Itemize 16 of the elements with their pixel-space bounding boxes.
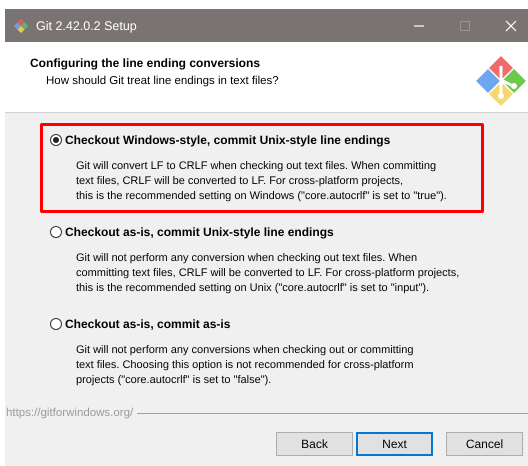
radio-option[interactable]: Checkout Windows-style, commit Unix-style line endings	[50, 133, 390, 147]
dialog-button[interactable]: Next	[356, 432, 433, 456]
radio-icon[interactable]	[50, 226, 62, 238]
window-title: Git 2.42.0.2 Setup	[36, 18, 137, 32]
radio-icon[interactable]	[50, 318, 62, 330]
option-description: Git will convert LF to CRLF when checking out text files. When committing text files, CRLF will be converted to LF. For cross-platform projects, this is the recommended setting on Windows ("core.autocrlf" is set to "true").	[76, 159, 448, 204]
dialog-button[interactable]: Cancel	[446, 432, 523, 456]
dialog-button[interactable]: Back	[276, 432, 353, 456]
page-subtitle: How should Git treat line endings in text files?	[46, 75, 279, 87]
radio-icon[interactable]	[50, 134, 62, 146]
radio-option[interactable]: Checkout as-is, commit as-is	[50, 317, 230, 331]
option-description: Git will not perform any conversions when checking out or committing text files. Choosing this option is not recommended for cross-platform projects ("core.autocrlf" is set to "false").	[76, 343, 414, 388]
page-heading: Configuring the line ending conversions	[30, 56, 262, 70]
option-description: Git will not perform any conversion when checking out text files. When committing text files, CRLF will be converted to LF. For cross-platform projects, this is the recommended setting on Unix ("core.autocrlf" is set to "input").	[76, 251, 460, 296]
close-icon[interactable]	[505, 20, 517, 32]
radio-option[interactable]: Checkout as-is, commit Unix-style line endings	[50, 225, 334, 239]
